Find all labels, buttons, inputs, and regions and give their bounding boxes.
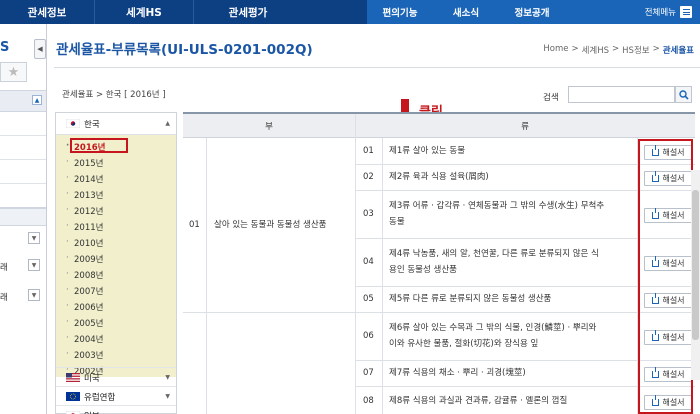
year-item[interactable]: 2009년 [66,253,104,265]
chevron-up-icon: ▲ [165,120,170,127]
nav-convenience[interactable]: 편의기능 [367,0,433,24]
nav-public-info[interactable]: 정보공개 [499,0,565,24]
sidebar-item[interactable] [0,184,46,208]
sidebar-dropdown[interactable]: 래 ▼ [0,286,46,306]
favorite-star-icon[interactable]: ★ [0,62,27,82]
chapter-name: 제7류 식용의 채소 · 뿌리 · 괴경(塊莖) [389,368,526,378]
sidebar-title: S [0,40,10,55]
chevron-left-icon: ◀ [37,45,43,53]
chapter-code: 02 [363,172,374,182]
sidebar-dropdown[interactable]: ▼ [0,229,46,249]
year-item[interactable]: 2011년 [66,221,104,233]
usa-flag-icon [66,373,80,382]
chapter-code: 03 [363,209,374,219]
year-item[interactable]: 2006년 [66,301,104,313]
korea-flag-icon [66,119,80,128]
sidebar-item[interactable] [0,136,46,160]
nav-customs-valuation[interactable]: 관세평가 [194,0,302,24]
table-header-bu: 부 [183,114,355,138]
country-eu[interactable]: 유럽연합 ▼ [56,386,176,405]
chapter-name: 제2류 육과 식용 설육(屑肉) [389,172,489,182]
chevron-down-icon: ▼ [28,289,40,301]
top-nav: 관세정보 세계HS 관세평가 편의기능 새소식 정보공개 전체메뉴 [0,0,700,24]
year-item[interactable]: 2010년 [66,237,104,249]
chevron-down-icon: ▼ [28,232,40,244]
sub-nav: 편의기능 새소식 정보공개 전체메뉴 [367,0,700,24]
chapter-name: 제8류 식용의 과실과 견과류, 감귤류 · 멜론의 껍질 [389,396,568,406]
chapter-code: 06 [363,331,374,341]
chevron-down-icon: ▼ [165,393,170,400]
sidebar-collapse-button[interactable]: ◀ [34,39,46,59]
sidebar-dropdown[interactable]: 래 ▼ [0,256,46,276]
country-list: 한국 ▲ 2016년 2015년 2014년 2013년 2012년 2011년… [55,112,177,414]
sidebar: S ◀ ★ ▲ ▼ 래 ▼ 래 ▼ [0,24,47,414]
menu-icon [680,6,692,18]
table-header-ryu: 류 [355,114,695,138]
chevron-down-icon: ▼ [165,374,170,381]
chapter-name: 제3류 어류 · 갑각류 · 연체동물과 그 밖의 수생(水生) 무척추 동물 [389,201,605,227]
chapter-code: 07 [363,368,374,378]
nav-world-hs[interactable]: 세계HS [95,0,193,24]
country-japan[interactable]: 일본 [56,405,176,414]
chapter-code: 04 [363,257,374,267]
search-input[interactable] [568,86,675,103]
year-item[interactable]: 2013년 [66,189,104,201]
year-item[interactable]: 2015년 [66,157,104,169]
chapter-table: 부 류 01 살아 있는 동물과 동물성 생산품 01 제1류 살아 있는 동물… [183,112,695,414]
year-list: 2016년 2015년 2014년 2013년 2012년 2011년 2010… [56,135,176,377]
country-usa[interactable]: 미국 ▼ [56,367,176,386]
year-item[interactable]: 2004년 [66,333,104,345]
year-item[interactable]: 2005년 [66,317,104,329]
section-name: 살아 있는 동물과 동물성 생산품 [214,220,327,230]
sidebar-section: ▲ [0,90,46,112]
breadcrumb-world-hs[interactable]: 세계HS [582,44,609,56]
year-item[interactable]: 2003년 [66,349,104,361]
breadcrumb: Home > 세계HS > HS정보 > 관세율표 [543,44,694,56]
search-icon [678,89,689,100]
nav-news[interactable]: 새소식 [433,0,499,24]
main-nav: 관세정보 세계HS 관세평가 [0,0,367,24]
nav-tariff-info[interactable]: 관세정보 [0,0,94,24]
all-menu-label: 전체메뉴 [644,8,676,18]
year-item[interactable]: 2012년 [66,205,104,217]
breadcrumb-home[interactable]: Home [543,44,568,56]
page-title: 관세율표-부류목록(UI-ULS-0201-002Q) [56,42,313,58]
scrollbar[interactable] [691,170,700,380]
all-menu-button[interactable]: 전체메뉴 [645,6,700,18]
country-korea[interactable]: 한국 ▲ [56,113,176,135]
chevron-down-icon: ▼ [28,259,40,271]
sidebar-spacer [0,208,46,226]
search-button[interactable] [675,86,692,103]
sidebar-item[interactable] [0,160,46,184]
year-item[interactable]: 2008년 [66,269,104,281]
breadcrumb-hs-info[interactable]: HS정보 [622,44,649,56]
chapter-name: 제5류 다른 류로 분류되지 않은 동물성 생산품 [389,294,552,304]
eu-flag-icon [66,392,80,401]
chapter-code: 08 [363,396,374,406]
scrollbar-thumb[interactable] [692,190,699,340]
year-item[interactable]: 2007년 [66,285,104,297]
sidebar-item[interactable] [0,112,46,136]
chapter-name: 제1류 살아 있는 동물 [389,146,466,156]
search-label: 검색 [543,93,559,103]
chevron-up-icon[interactable]: ▲ [32,95,42,105]
commentary-highlight-box [638,139,693,414]
breadcrumb-current: 관세율표 [662,46,694,56]
year-item-2016[interactable]: 2016년 [66,141,106,153]
location-path: 관세율표 > 한국 [ 2016년 ] [62,90,166,100]
section-code: 01 [189,220,200,230]
year-item[interactable]: 2014년 [66,173,104,185]
chapter-name: 제4류 낙농품, 새의 알, 천연꿀, 다른 류로 분류되지 않은 식 용인 동물… [389,249,599,275]
chapter-name: 제6류 살아 있는 수목과 그 밖의 식물, 인경(鱗莖) · 뿌리와 이와 유사… [389,323,597,349]
chapter-code: 05 [363,294,374,304]
chapter-code: 01 [363,146,374,156]
header-divider [54,67,700,68]
